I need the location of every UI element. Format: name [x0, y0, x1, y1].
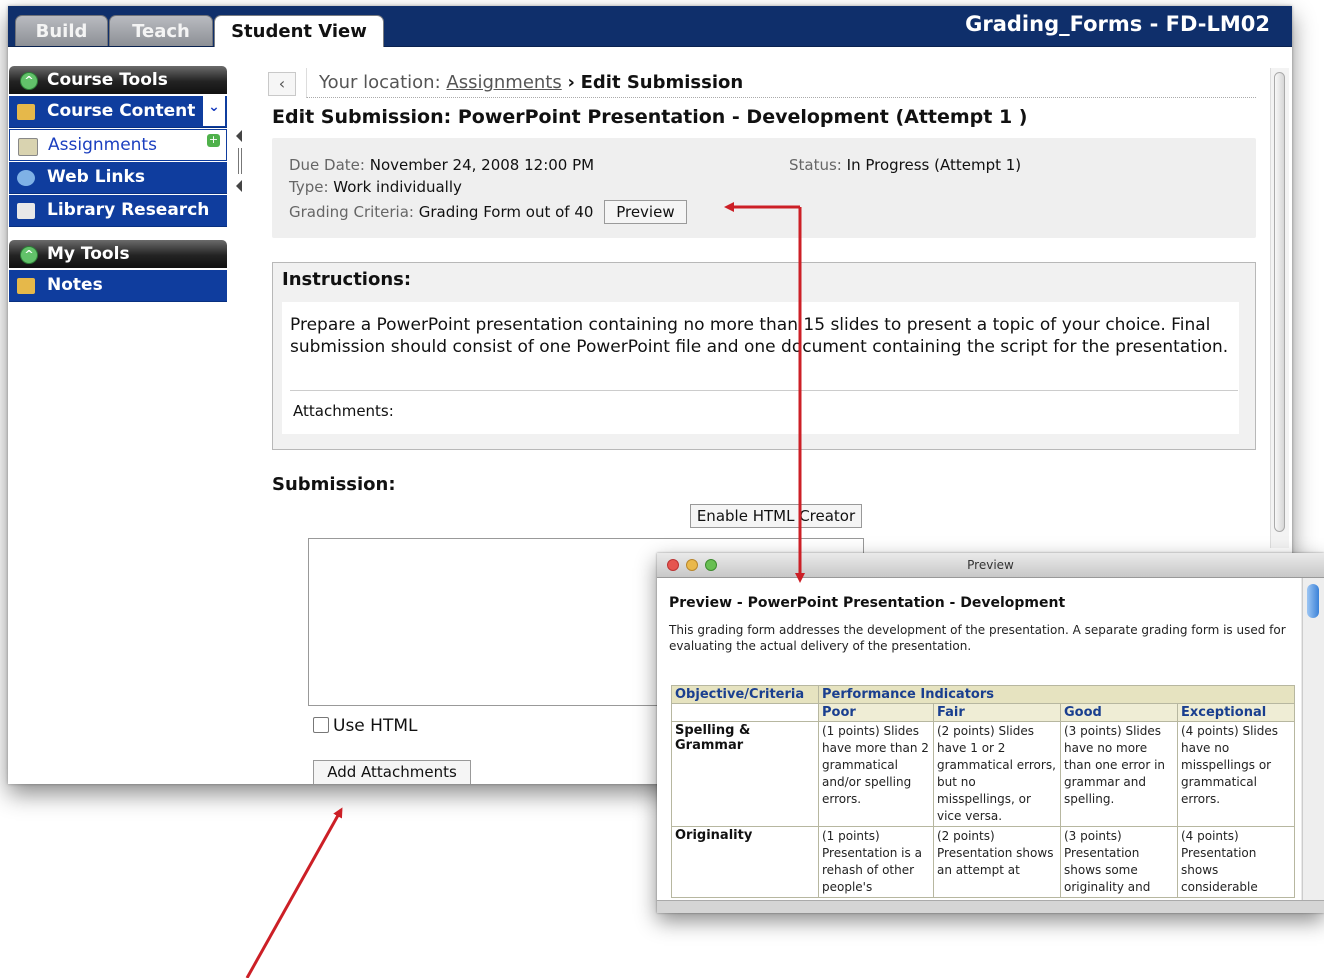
- chevron-down-icon[interactable]: ⌄: [203, 96, 225, 126]
- instructions-text: Prepare a PowerPoint presentation contai…: [290, 315, 1229, 357]
- sidebar-item-label: Notes: [47, 275, 103, 295]
- sidebar-item-label: Library Research: [47, 200, 210, 220]
- add-icon[interactable]: +: [207, 134, 220, 147]
- breadcrumb-separator: ›: [567, 72, 575, 93]
- main-scrollbar[interactable]: [1270, 68, 1289, 548]
- preview-titlebar: Preview: [657, 553, 1324, 578]
- home-icon: [17, 104, 35, 120]
- rubric-cell: (3 points) Presentation shows some origi…: [1060, 826, 1178, 898]
- preview-button[interactable]: Preview: [604, 200, 687, 224]
- attachments-arrow: [245, 807, 343, 978]
- instructions-heading: Instructions:: [282, 269, 412, 290]
- rubric-table: Objective/Criteria Performance Indicator…: [671, 685, 1295, 898]
- pencil-icon: [18, 138, 38, 156]
- level-poor: Poor: [818, 703, 934, 722]
- criteria-value: Grading Form out of 40: [418, 203, 594, 221]
- collapse-circle-icon: ^: [20, 72, 38, 90]
- level-exceptional: Exceptional: [1177, 703, 1295, 722]
- collapse-circle-icon: ^: [20, 246, 38, 264]
- type-value: Work individually: [333, 178, 462, 196]
- due-value: November 24, 2008 12:00 PM: [369, 156, 595, 174]
- add-attachments-button[interactable]: Add Attachments: [313, 760, 471, 784]
- divider: [290, 390, 1238, 391]
- course-title: Grading_Forms - FD-LM02: [965, 12, 1270, 36]
- breadcrumb-prefix: Your location:: [319, 72, 441, 93]
- tab-teach[interactable]: Teach: [109, 15, 213, 46]
- due-label: Due Date:: [289, 156, 365, 174]
- scrollbar-thumb[interactable]: [1307, 584, 1319, 618]
- table-row: Spelling & Grammar (1 points) Slides hav…: [671, 721, 1295, 827]
- preview-body: Preview - PowerPoint Presentation - Deve…: [657, 578, 1301, 900]
- assignment-meta: Due Date: November 24, 2008 12:00 PM Sta…: [272, 138, 1256, 238]
- preview-heading: Preview - PowerPoint Presentation - Deve…: [669, 595, 1066, 611]
- note-icon: [17, 278, 35, 294]
- close-icon[interactable]: [667, 559, 679, 571]
- sidebar-item-web-links[interactable]: Web Links: [9, 162, 227, 194]
- top-bar: Build Teach Student View Grading_Forms -…: [8, 6, 1292, 47]
- book-icon: [17, 203, 35, 219]
- status-label: Status:: [789, 156, 842, 174]
- criteria-cell: Spelling & Grammar: [671, 721, 819, 827]
- globe-icon: [17, 170, 35, 186]
- rubric-blank-cell: [671, 703, 819, 722]
- tab-student-view[interactable]: Student View: [214, 15, 384, 47]
- rubric-header-criteria: Objective/Criteria: [671, 685, 819, 704]
- rubric-header-indicators: Performance Indicators: [818, 685, 1295, 704]
- preview-window: Preview Preview - PowerPoint Presentatio…: [657, 553, 1324, 913]
- instructions-body: Prepare a PowerPoint presentation contai…: [282, 302, 1239, 434]
- instructions-panel: Instructions: Prepare a PowerPoint prese…: [272, 262, 1256, 450]
- breadcrumb-current: Edit Submission: [580, 72, 744, 93]
- rubric-cell: (4 points) Presentation shows considerab…: [1177, 826, 1295, 898]
- scrollbar-thumb[interactable]: [1274, 72, 1285, 532]
- rubric-cell: (2 points) Slides have 1 or 2 grammatica…: [933, 721, 1061, 827]
- page-title: Edit Submission: PowerPoint Presentation…: [272, 106, 1028, 128]
- sidebar-item-notes[interactable]: Notes: [9, 270, 227, 302]
- use-html-row: Use HTML: [313, 716, 417, 736]
- zoom-icon[interactable]: [705, 559, 717, 571]
- sidebar-item-label: Course Content: [47, 101, 196, 121]
- table-row: Originality (1 points) Presentation is a…: [671, 826, 1295, 898]
- rubric-cell: (3 points) Slides have no more than one …: [1060, 721, 1178, 827]
- back-button[interactable]: ‹: [268, 72, 296, 96]
- course-tools-header[interactable]: ^ Course Tools: [9, 66, 227, 94]
- preview-description: This grading form addresses the developm…: [669, 623, 1286, 653]
- rubric-cell: (1 points) Slides have more than 2 gramm…: [818, 721, 934, 827]
- my-tools-header[interactable]: ^ My Tools: [9, 240, 227, 268]
- level-fair: Fair: [933, 703, 1061, 722]
- course-tools-label: Course Tools: [47, 70, 168, 90]
- preview-scrollbar[interactable]: [1302, 578, 1324, 900]
- sidebar-item-label: Web Links: [47, 167, 145, 187]
- criteria-cell: Originality: [671, 826, 819, 898]
- status-value: In Progress (Attempt 1): [846, 156, 1022, 174]
- submission-heading: Submission:: [272, 474, 396, 495]
- tab-build[interactable]: Build: [15, 15, 108, 46]
- preview-window-title: Preview: [967, 558, 1014, 572]
- breadcrumb: Your location: Assignments › Edit Submis…: [306, 68, 1256, 98]
- minimize-icon[interactable]: [686, 559, 698, 571]
- use-html-checkbox[interactable]: [313, 717, 329, 733]
- rubric-cell: (2 points) Presentation shows an attempt…: [933, 826, 1061, 898]
- my-tools-label: My Tools: [47, 244, 130, 264]
- panel-splitter[interactable]: [234, 128, 244, 198]
- sidebar-item-course-content[interactable]: Course Content ⌄: [9, 96, 227, 128]
- type-label: Type:: [289, 178, 329, 196]
- level-good: Good: [1060, 703, 1178, 722]
- sidebar-item-library-research[interactable]: Library Research: [9, 195, 227, 227]
- sidebar-item-label: Assignments: [48, 135, 157, 155]
- criteria-label: Grading Criteria:: [289, 203, 414, 221]
- enable-html-creator-button[interactable]: Enable HTML Creator: [690, 504, 862, 528]
- breadcrumb-link-assignments[interactable]: Assignments: [446, 72, 561, 93]
- rubric-cell: (4 points) Slides have no misspellings o…: [1177, 721, 1295, 827]
- use-html-label: Use HTML: [333, 716, 418, 736]
- rubric-cell: (1 points) Presentation is a rehash of o…: [818, 826, 934, 898]
- sidebar-item-assignments[interactable]: Assignments +: [9, 129, 227, 161]
- attachments-label: Attachments:: [293, 402, 394, 420]
- preview-footer: [657, 900, 1324, 913]
